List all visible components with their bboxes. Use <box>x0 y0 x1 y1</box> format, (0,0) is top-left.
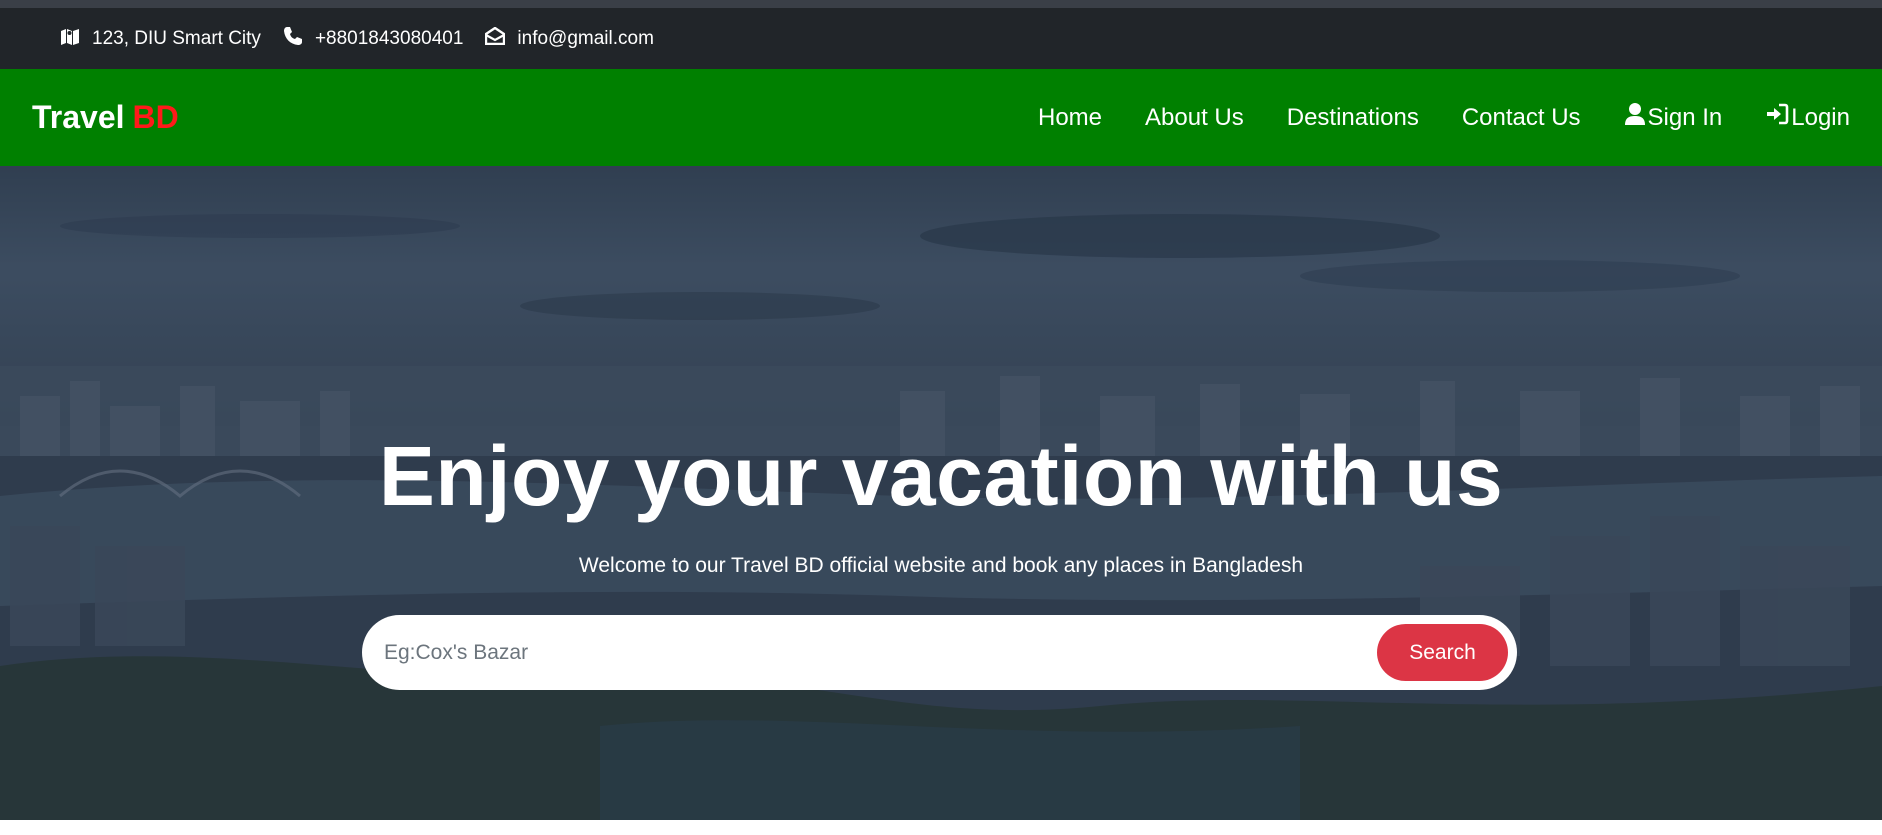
nav-sign-in-label: Sign In <box>1647 103 1723 131</box>
address-text: 123, DIU Smart City <box>92 27 261 49</box>
nav-about-us-label: About Us <box>1145 103 1244 131</box>
phone-text: +8801843080401 <box>314 27 464 49</box>
page-bottom-edge <box>0 820 1882 835</box>
sign-in-icon <box>1765 102 1791 133</box>
nav-destinations-label: Destinations <box>1286 103 1419 131</box>
nav-sign-in[interactable]: Sign In <box>1624 102 1723 133</box>
nav-contact-us-label: Contact Us <box>1461 103 1581 131</box>
envelope-open-icon <box>485 26 517 51</box>
hero-subtitle: Welcome to our Travel BD official websit… <box>578 554 1304 577</box>
phone-info: +8801843080401 <box>283 26 463 52</box>
main-navbar: Travel BD Home About Us Destinations Cont… <box>0 69 1882 166</box>
nav-links: Home About Us Destinations Contact Us Si… <box>995 102 1850 133</box>
nav-about-us[interactable]: About Us <box>1145 104 1244 132</box>
contact-topbar: 123, DIU Smart City +8801843080401 info@… <box>0 8 1882 69</box>
nav-contact-us[interactable]: Contact Us <box>1462 104 1581 132</box>
top-strip <box>0 0 1882 8</box>
email-info: info@gmail.com <box>485 26 654 51</box>
user-icon <box>1624 102 1648 133</box>
brand-logo[interactable]: Travel BD <box>32 99 179 136</box>
address-info: 123, DIU Smart City <box>60 27 261 51</box>
nav-destinations[interactable]: Destinations <box>1287 104 1419 132</box>
search-button[interactable]: Search <box>1377 624 1508 681</box>
email-text: info@gmail.com <box>517 27 654 49</box>
nav-login-label: Login <box>1791 103 1850 131</box>
destination-search-input[interactable] <box>384 640 1377 665</box>
brand-main: Travel <box>32 99 125 135</box>
nav-home[interactable]: Home <box>1038 104 1102 132</box>
hero-title: Enjoy your vacation with us <box>378 429 1504 523</box>
nav-login[interactable]: Login <box>1765 102 1850 133</box>
brand-accent: BD <box>132 99 179 135</box>
phone-icon <box>283 26 315 52</box>
nav-home-label: Home <box>1038 103 1103 131</box>
hero-section: Enjoy your vacation with us Welcome to o… <box>0 166 1882 820</box>
destination-search-form: Search <box>362 615 1517 690</box>
map-icon <box>60 27 92 51</box>
